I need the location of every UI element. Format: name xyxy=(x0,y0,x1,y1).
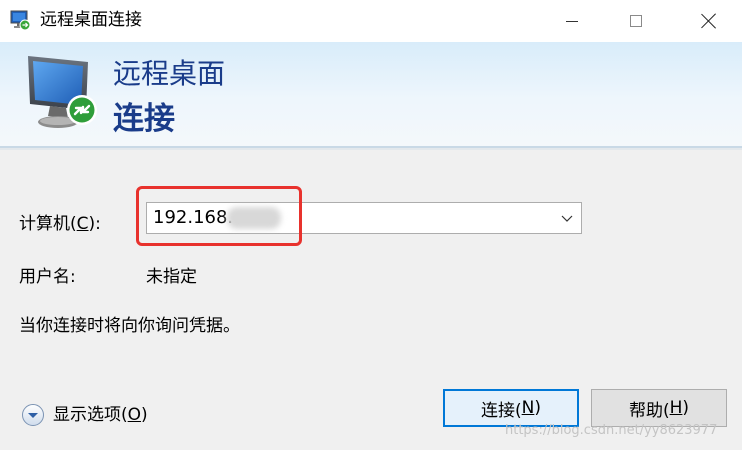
minimize-icon xyxy=(566,20,578,22)
close-button[interactable] xyxy=(686,0,732,42)
remote-desktop-monitor-icon xyxy=(28,56,97,128)
header-banner xyxy=(0,42,742,146)
window-title: 远程桌面连接 xyxy=(40,10,142,30)
computer-label: 计算机(C): xyxy=(19,214,101,234)
banner-divider-shadow xyxy=(0,148,742,150)
maximize-button[interactable] xyxy=(613,0,659,42)
banner-title-connection: 连接 xyxy=(113,101,175,137)
title-bar[interactable]: 远程桌面连接 xyxy=(0,0,742,42)
remote-desktop-app-icon xyxy=(10,10,31,31)
annotation-highlight-box xyxy=(136,186,302,246)
show-options-toggle[interactable]: 显示选项(O) xyxy=(21,402,148,428)
expand-circle-icon xyxy=(22,404,44,426)
close-icon xyxy=(701,13,717,29)
banner-title-remote-desktop: 远程桌面 xyxy=(113,57,226,90)
username-value: 未指定 xyxy=(146,267,197,287)
maximize-icon xyxy=(630,15,642,27)
credentials-note: 当你连接时将向你询问凭据。 xyxy=(19,316,240,336)
show-options-label[interactable]: 显示选项(O) xyxy=(53,404,148,426)
minimize-button[interactable] xyxy=(549,0,595,42)
watermark-text: https://blog.csdn.net/yy8623977 xyxy=(505,423,718,438)
chevron-down-icon[interactable] xyxy=(561,212,573,224)
username-label: 用户名: xyxy=(19,267,76,287)
